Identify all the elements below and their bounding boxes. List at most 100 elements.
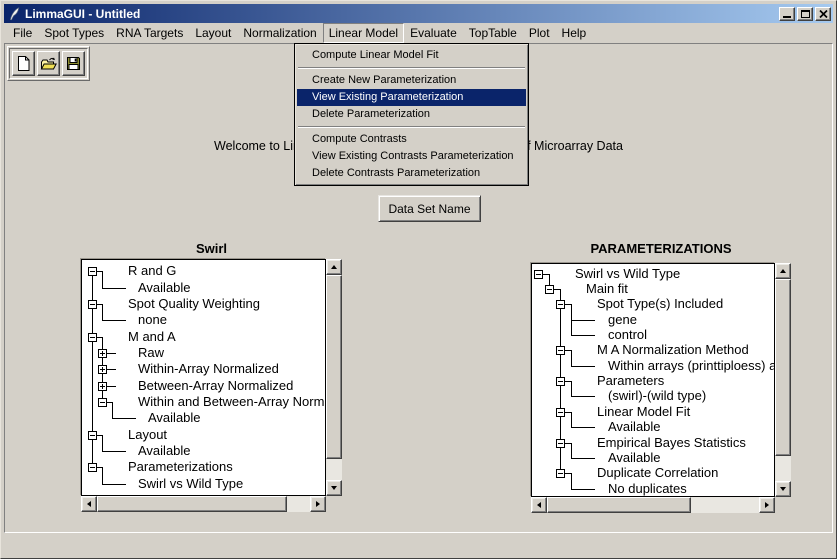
tree-connector-line xyxy=(571,320,595,321)
collapse-box-icon[interactable] xyxy=(556,469,565,478)
tree-node-label[interactable]: R and G xyxy=(128,263,176,278)
tree-node-label[interactable]: Within and Between-Array Norm xyxy=(138,394,324,409)
scroll-up-button[interactable] xyxy=(775,263,791,279)
tree-node-label[interactable]: No duplicates xyxy=(608,481,687,496)
tree-node-label[interactable]: Layout xyxy=(128,427,167,442)
tree-node-label[interactable]: Linear Model Fit xyxy=(597,404,690,419)
up-arrow-icon xyxy=(780,269,786,273)
open-file-button[interactable] xyxy=(37,51,60,76)
close-icon xyxy=(819,10,828,18)
scroll-right-button[interactable] xyxy=(759,497,775,513)
collapse-box-icon[interactable] xyxy=(88,267,97,276)
menu-item[interactable]: View Existing Parameterization xyxy=(297,89,526,106)
scroll-thumb[interactable] xyxy=(326,275,342,459)
menu-item[interactable]: Delete Contrasts Parameterization xyxy=(297,165,526,182)
menu-item[interactable]: Compute Linear Model Fit xyxy=(297,47,526,64)
maximize-button[interactable] xyxy=(797,7,813,21)
collapse-box-icon[interactable] xyxy=(556,300,565,309)
expand-box-icon[interactable] xyxy=(98,365,107,374)
tree-node-label[interactable]: Main fit xyxy=(586,281,628,296)
menu-item[interactable]: Create New Parameterization xyxy=(297,72,526,89)
scroll-down-button[interactable] xyxy=(775,481,791,497)
scroll-thumb[interactable] xyxy=(97,496,287,512)
menu-linear-model[interactable]: Linear Model xyxy=(323,23,404,43)
scroll-right-button[interactable] xyxy=(310,496,326,512)
collapse-box-icon[interactable] xyxy=(556,377,565,386)
menu-item[interactable]: View Existing Contrasts Parameterization xyxy=(297,148,526,165)
tree-node-label[interactable]: Swirl vs Wild Type xyxy=(575,266,680,281)
collapse-box-icon[interactable] xyxy=(88,463,97,472)
tree-node-label[interactable]: none xyxy=(138,312,167,327)
tree-node-label[interactable]: Available xyxy=(138,443,191,458)
menu-toptable[interactable]: TopTable xyxy=(463,23,523,43)
collapse-box-icon[interactable] xyxy=(534,270,543,279)
menu-normalization[interactable]: Normalization xyxy=(237,23,322,43)
tree-node-label[interactable]: Available xyxy=(138,280,191,295)
tree-node-label[interactable]: Available xyxy=(608,419,661,434)
collapse-box-icon[interactable] xyxy=(556,439,565,448)
scroll-left-button[interactable] xyxy=(531,497,547,513)
tree-connector-line xyxy=(112,402,113,418)
tree-node-label[interactable]: Between-Array Normalized xyxy=(138,378,293,393)
collapse-box-icon[interactable] xyxy=(556,408,565,417)
tree-node-label[interactable]: Available xyxy=(608,450,661,465)
tree-node-label[interactable]: control xyxy=(608,327,647,342)
data-set-name-button[interactable]: Data Set Name xyxy=(378,195,481,222)
menu-file[interactable]: File xyxy=(7,23,38,43)
tree-node-label[interactable]: (swirl)-(wild type) xyxy=(608,388,706,403)
save-file-button[interactable] xyxy=(62,51,85,76)
horizontal-scrollbar[interactable] xyxy=(531,497,775,513)
tree-node-label[interactable]: M A Normalization Method xyxy=(597,342,749,357)
tree-node-label[interactable]: Within-Array Normalized xyxy=(138,361,279,376)
close-button[interactable] xyxy=(815,7,831,21)
menu-item[interactable]: Compute Contrasts xyxy=(297,131,526,148)
collapse-box-icon[interactable] xyxy=(88,333,97,342)
tree-node-label[interactable]: Parameters xyxy=(597,373,664,388)
collapse-box-icon[interactable] xyxy=(545,285,554,294)
title-bar[interactable]: LimmaGUI - Untitled xyxy=(4,4,833,23)
open-folder-icon xyxy=(40,56,58,72)
expand-box-icon[interactable] xyxy=(98,349,107,358)
new-file-button[interactable] xyxy=(12,51,35,76)
collapse-box-icon[interactable] xyxy=(88,431,97,440)
tree-node-label[interactable]: Duplicate Correlation xyxy=(597,465,718,480)
scroll-left-button[interactable] xyxy=(81,496,97,512)
right-arrow-icon xyxy=(765,502,769,508)
tree-node-label[interactable]: Empirical Bayes Statistics xyxy=(597,435,746,450)
menu-rna-targets[interactable]: RNA Targets xyxy=(110,23,189,43)
expand-box-icon[interactable] xyxy=(98,382,107,391)
linear-model-menu: Compute Linear Model Fit Create New Param… xyxy=(294,43,529,186)
new-document-icon xyxy=(16,55,31,72)
scroll-up-button[interactable] xyxy=(326,259,342,275)
tree-node-label[interactable]: M and A xyxy=(128,329,176,344)
maximize-icon xyxy=(801,10,810,18)
tree-node-label[interactable]: Spot Quality Weighting xyxy=(128,296,260,311)
tree-node-label[interactable]: Spot Type(s) Included xyxy=(597,296,723,311)
tree-node-label[interactable]: Available xyxy=(148,410,201,425)
tree-node-label[interactable]: Parameterizations xyxy=(128,459,233,474)
collapse-box-icon[interactable] xyxy=(88,300,97,309)
tree-node-label[interactable]: Swirl vs Wild Type xyxy=(138,476,243,491)
menu-separator xyxy=(298,67,525,69)
minimize-icon xyxy=(783,16,791,18)
menu-evaluate[interactable]: Evaluate xyxy=(404,23,463,43)
tree-node-label[interactable]: gene xyxy=(608,312,637,327)
minimize-button[interactable] xyxy=(779,7,795,21)
menu-layout[interactable]: Layout xyxy=(189,23,237,43)
tree-node-label[interactable]: Raw xyxy=(138,345,164,360)
tree-connector-line xyxy=(571,335,595,336)
tree-node-label[interactable]: Within arrays (printtiploess) a xyxy=(608,358,774,373)
down-arrow-icon xyxy=(780,487,786,491)
scroll-thumb[interactable] xyxy=(547,497,691,513)
menu-help[interactable]: Help xyxy=(556,23,593,43)
menu-item[interactable]: Delete Parameterization xyxy=(297,106,526,123)
menu-spot-types[interactable]: Spot Types xyxy=(38,23,110,43)
collapse-box-icon[interactable] xyxy=(556,346,565,355)
menu-plot[interactable]: Plot xyxy=(523,23,556,43)
scroll-thumb[interactable] xyxy=(775,279,791,456)
collapse-box-icon[interactable] xyxy=(98,398,107,407)
vertical-scrollbar[interactable] xyxy=(326,259,342,496)
vertical-scrollbar[interactable] xyxy=(775,263,791,497)
scroll-down-button[interactable] xyxy=(326,480,342,496)
horizontal-scrollbar[interactable] xyxy=(81,496,326,512)
